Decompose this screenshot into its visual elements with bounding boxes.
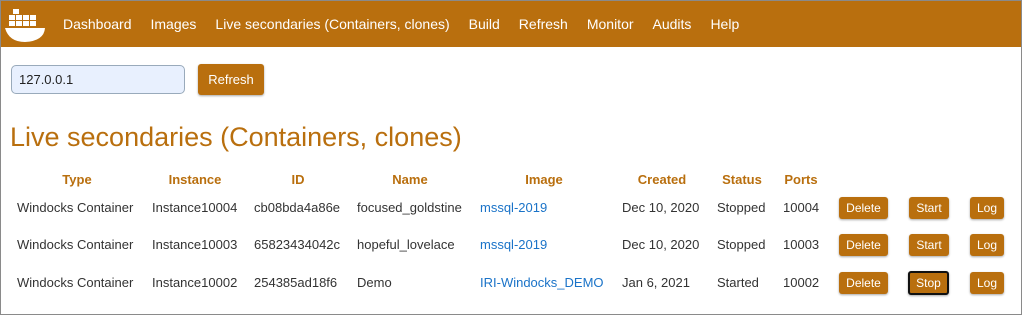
cell-name: focused_goldstine xyxy=(357,200,462,215)
cell-name: Demo xyxy=(357,275,392,290)
cell-created: Dec 10, 2020 xyxy=(622,237,700,252)
image-link[interactable]: mssql-2019 xyxy=(480,200,547,215)
start-button[interactable]: Start xyxy=(909,234,949,256)
cell-created: Jan 6, 2021 xyxy=(622,275,690,290)
log-button[interactable]: Log xyxy=(970,197,1004,219)
delete-button[interactable]: Delete xyxy=(839,234,888,256)
nav-dashboard[interactable]: Dashboard xyxy=(63,16,132,32)
delete-button[interactable]: Delete xyxy=(839,197,888,219)
cell-instance: Instance10004 xyxy=(152,200,238,215)
image-link[interactable]: IRI-Windocks_DEMO xyxy=(480,275,604,290)
log-button[interactable]: Log xyxy=(970,272,1004,294)
cell-id: cb08bda4a86e xyxy=(254,200,341,215)
start-button[interactable]: Start xyxy=(909,197,949,219)
cell-status: Stopped xyxy=(717,237,766,252)
host-input[interactable] xyxy=(11,65,185,94)
nav-images[interactable]: Images xyxy=(151,16,197,32)
cell-instance: Instance10002 xyxy=(152,275,238,290)
nav-live-secondaries[interactable]: Live secondaries (Containers, clones) xyxy=(215,16,449,32)
cell-instance: Instance10003 xyxy=(152,237,238,252)
nav-refresh[interactable]: Refresh xyxy=(519,16,568,32)
nav-monitor[interactable]: Monitor xyxy=(587,16,634,32)
stop-button[interactable]: Stop xyxy=(908,271,949,295)
nav-help[interactable]: Help xyxy=(710,16,739,32)
page-title: Live secondaries (Containers, clones) xyxy=(10,122,462,152)
refresh-button[interactable]: Refresh xyxy=(198,64,264,95)
header-type: Type xyxy=(62,172,92,187)
header-created: Created xyxy=(637,172,687,187)
nav-build[interactable]: Build xyxy=(469,16,500,32)
nav-menu: Dashboard Images Live secondaries (Conta… xyxy=(63,16,758,32)
cell-created: Dec 10, 2020 xyxy=(622,200,700,215)
cell-id: 65823434042c xyxy=(254,237,341,252)
image-link[interactable]: mssql-2019 xyxy=(480,237,547,252)
cell-status: Stopped xyxy=(717,200,766,215)
cell-type: Windocks Container xyxy=(17,275,134,290)
nav-audits[interactable]: Audits xyxy=(653,16,692,32)
whale-logo-icon[interactable] xyxy=(1,1,51,47)
delete-button[interactable]: Delete xyxy=(839,272,888,294)
cell-ports: 10002 xyxy=(783,275,820,290)
header-id: ID xyxy=(291,172,305,187)
header-instance: Instance xyxy=(168,172,222,187)
cell-ports: 10003 xyxy=(783,237,820,252)
cell-ports: 10004 xyxy=(783,200,820,215)
cell-type: Windocks Container xyxy=(17,237,134,252)
header-image: Image xyxy=(525,172,563,187)
header-status: Status xyxy=(722,172,762,187)
cell-status: Started xyxy=(717,275,759,290)
header-ports: Ports xyxy=(784,172,818,187)
navbar: Dashboard Images Live secondaries (Conta… xyxy=(1,1,1021,47)
cell-id: 254385ad18f6 xyxy=(254,275,338,290)
cell-type: Windocks Container xyxy=(17,200,134,215)
app-frame xyxy=(0,0,1022,315)
header-name: Name xyxy=(392,172,428,187)
cell-name: hopeful_lovelace xyxy=(357,237,455,252)
log-button[interactable]: Log xyxy=(970,234,1004,256)
